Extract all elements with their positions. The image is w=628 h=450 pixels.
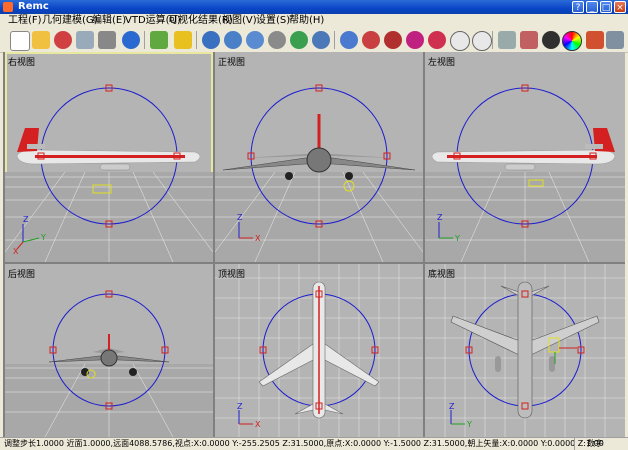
axis-z-label: Z: [237, 213, 243, 222]
hand-tool-icon[interactable]: [340, 31, 358, 49]
viewport-title: 正视图: [218, 58, 246, 68]
axis-z-label: Z: [449, 402, 455, 411]
menu-item-2[interactable]: 编辑(E): [92, 14, 126, 28]
open-folder-icon[interactable]: [32, 31, 50, 49]
target-icon[interactable]: [362, 31, 380, 49]
viewport-bottom[interactable]: Z Y 底视图: [425, 264, 625, 437]
menu-item-5[interactable]: 视图(V): [222, 14, 257, 28]
viewport-grid: Z Y X 右视图 Z X 正视图 Z Y 左视图 后视图 Z X 顶视图 Z …: [3, 52, 625, 437]
viewport-left[interactable]: Z Y 左视图: [425, 52, 625, 262]
axis-x-label: X: [255, 420, 261, 429]
app-icon: [3, 2, 13, 12]
print-icon[interactable]: [98, 31, 116, 49]
toolbar-separator: [334, 31, 335, 49]
view-globe-icon[interactable]: [202, 31, 220, 49]
zoom-in-icon[interactable]: [450, 31, 470, 51]
print-preview-icon[interactable]: [76, 31, 94, 49]
viewport-top[interactable]: Z X 顶视图: [215, 264, 423, 437]
viewport-back[interactable]: 后视图: [5, 264, 213, 437]
settings-icon[interactable]: [606, 31, 624, 49]
toolbar-separator: [144, 31, 145, 49]
toolbar-separator: [196, 31, 197, 49]
toolbar-separator: [492, 31, 493, 49]
pan-view-icon[interactable]: [246, 31, 264, 49]
axis-y-label: Y: [466, 420, 472, 429]
title-bar: Remc ? _ □ ×: [0, 0, 628, 14]
viewport-front[interactable]: Z X 正视图: [215, 52, 423, 262]
import-icon[interactable]: [150, 31, 168, 49]
axis-y-label: Y: [40, 233, 46, 242]
menu-item-6[interactable]: 设置(S): [256, 14, 290, 28]
viewport-right[interactable]: Z Y X 右视图: [5, 52, 213, 262]
viewport-title: 顶视图: [218, 270, 246, 280]
help-button[interactable]: ?: [572, 1, 584, 13]
status-text: 调整步长1.0000 近面1.0000,远面4088.5786,视点:X:0.0…: [4, 439, 604, 448]
earth-view-icon[interactable]: [290, 31, 308, 49]
axis-z-label: Z: [237, 402, 243, 411]
mesh-icon[interactable]: [498, 31, 516, 49]
axis-x-label: X: [255, 234, 261, 243]
color-wheel-icon[interactable]: [562, 31, 582, 51]
viewport-title: 左视图: [428, 58, 456, 68]
reset-view-icon[interactable]: [312, 31, 330, 49]
export-icon[interactable]: [174, 31, 192, 49]
info-icon[interactable]: [122, 31, 140, 49]
menu-bar: 工程(F) 几何建模(G) 编辑(E) VTD运算(U) 可视化结果(R) 视图(V) 设置…: [0, 14, 628, 28]
rotate-view-icon[interactable]: [224, 31, 242, 49]
toolbar: [0, 28, 628, 53]
axis-y-label: Y: [454, 234, 460, 243]
paint-icon[interactable]: [542, 31, 560, 49]
menu-item-7[interactable]: 帮助(H): [289, 14, 324, 28]
close-button[interactable]: ×: [614, 1, 626, 13]
refresh-icon[interactable]: [406, 31, 424, 49]
menu-item-1[interactable]: 几何建模(G): [42, 14, 98, 28]
axis-x-label: X: [13, 247, 19, 256]
new-file-icon[interactable]: [10, 31, 30, 51]
minimize-button[interactable]: _: [586, 1, 598, 13]
status-mode: 数字: [574, 438, 615, 450]
sphere-view-icon[interactable]: [268, 31, 286, 49]
axis-z-label: Z: [437, 213, 443, 222]
link-icon[interactable]: [520, 31, 538, 49]
viewport-title: 底视图: [428, 270, 456, 280]
axis-z-label: Z: [23, 215, 29, 224]
delete-icon[interactable]: [54, 31, 72, 49]
character-icon[interactable]: [384, 31, 402, 49]
window-title: Remc: [18, 1, 49, 12]
zoom-out-icon[interactable]: [472, 31, 492, 51]
menu-item-0[interactable]: 工程(F): [8, 14, 42, 28]
status-bar: 调整步长1.0000 近面1.0000,远面4088.5786,视点:X:0.0…: [0, 437, 628, 450]
cycle-icon[interactable]: [428, 31, 446, 49]
maximize-button[interactable]: □: [600, 1, 612, 13]
viewport-title: 后视图: [8, 270, 36, 280]
viewport-title: 右视图: [8, 58, 36, 68]
tools-icon[interactable]: [586, 31, 604, 49]
